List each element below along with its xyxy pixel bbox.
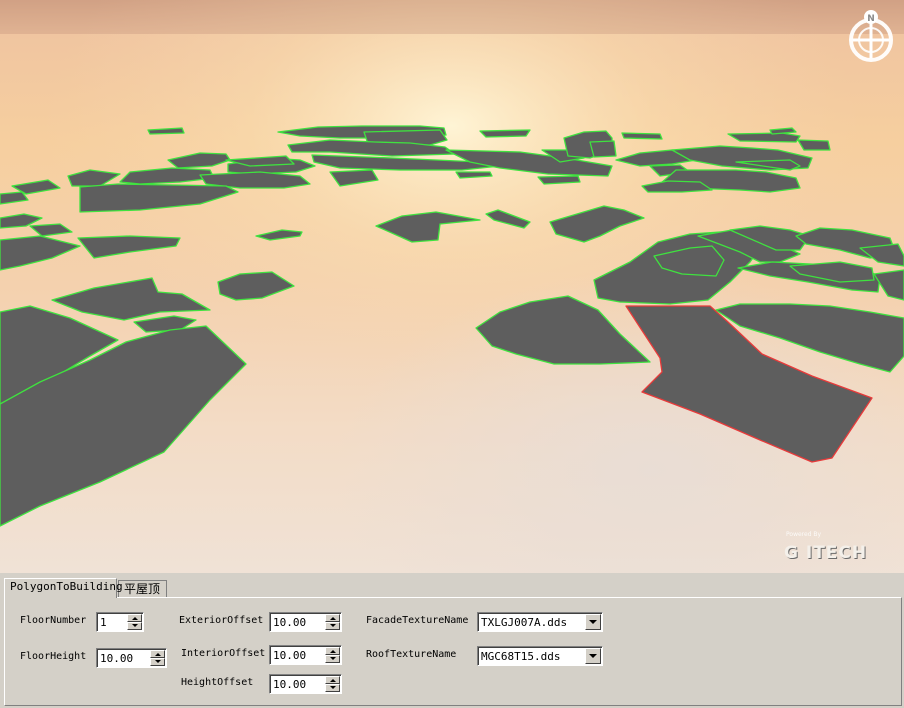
height-offset-stepper[interactable]: 10.00 (269, 674, 342, 694)
powered-by-logo: Powered By G ITECH (784, 531, 896, 567)
interior-offset-value[interactable]: 10.00 (273, 649, 306, 662)
facade-texture-select[interactable]: TXLGJ007A.dds (477, 612, 603, 632)
floor-number-label: FloorNumber (20, 615, 87, 626)
height-offset-value[interactable]: 10.00 (273, 678, 306, 691)
floor-number-value[interactable]: 1 (100, 616, 107, 629)
tab-page-polygon-to-building: FloorNumber 1 FloorHeight 10.00 Exterior… (4, 597, 902, 706)
gvitech-logo-text: G ITECH (784, 543, 868, 563)
horizon-band (0, 0, 904, 34)
scene-canvas[interactable] (0, 0, 904, 573)
floor-number-down-button[interactable] (127, 622, 142, 630)
footprint-polygon[interactable] (797, 139, 831, 151)
floor-height-value[interactable]: 10.00 (100, 652, 133, 665)
footprint-polygon[interactable] (621, 132, 663, 140)
exterior-offset-label: ExteriorOffset (179, 615, 264, 626)
exterior-offset-down-button[interactable] (325, 622, 340, 630)
exterior-offset-value[interactable]: 10.00 (273, 616, 306, 629)
interior-offset-up-button[interactable] (325, 647, 340, 655)
interior-offset-label: InteriorOffset (181, 648, 266, 659)
floor-number-stepper[interactable]: 1 (96, 612, 144, 632)
exterior-offset-stepper[interactable]: 10.00 (269, 612, 342, 632)
height-offset-down-button[interactable] (325, 684, 340, 692)
footprint-polygon[interactable] (589, 140, 617, 158)
compass-icon: N (849, 10, 893, 62)
interior-offset-down-button[interactable] (325, 655, 340, 663)
tab-flat-roof[interactable]: 平屋顶 (118, 580, 167, 597)
footprint-polygon[interactable] (537, 175, 581, 185)
height-offset-label: HeightOffset (181, 677, 254, 688)
facade-texture-value[interactable]: TXLGJ007A.dds (481, 616, 567, 629)
roof-texture-select[interactable]: MGC68T15.dds (477, 646, 603, 666)
floor-height-label: FloorHeight (20, 651, 87, 662)
exterior-offset-up-button[interactable] (325, 614, 340, 622)
footprint-polygon[interactable] (727, 132, 801, 143)
facade-texture-dropdown-icon[interactable] (585, 614, 601, 630)
height-offset-up-button[interactable] (325, 676, 340, 684)
tab-polygon-to-building[interactable]: PolygonToBuilding (4, 578, 123, 598)
footprint-polygon[interactable] (479, 129, 531, 138)
facade-texture-label: FacadeTextureName (366, 615, 469, 626)
floor-height-stepper[interactable]: 10.00 (96, 648, 167, 668)
powered-by-text: Powered By (786, 531, 822, 538)
roof-texture-value[interactable]: MGC68T15.dds (481, 650, 560, 663)
roof-texture-label: RoofTextureName (366, 649, 457, 660)
roof-texture-dropdown-icon[interactable] (585, 648, 601, 664)
map-3d-viewport[interactable]: N Powered By G ITECH (0, 0, 904, 573)
interior-offset-stepper[interactable]: 10.00 (269, 645, 342, 665)
compass-north-label: N (867, 14, 875, 24)
floor-number-up-button[interactable] (127, 614, 142, 622)
floor-height-down-button[interactable] (150, 658, 165, 666)
floor-height-up-button[interactable] (150, 650, 165, 658)
compass-widget[interactable]: N (843, 8, 899, 64)
property-panel: FloorNumber 1 FloorHeight 10.00 Exterior… (0, 573, 904, 708)
